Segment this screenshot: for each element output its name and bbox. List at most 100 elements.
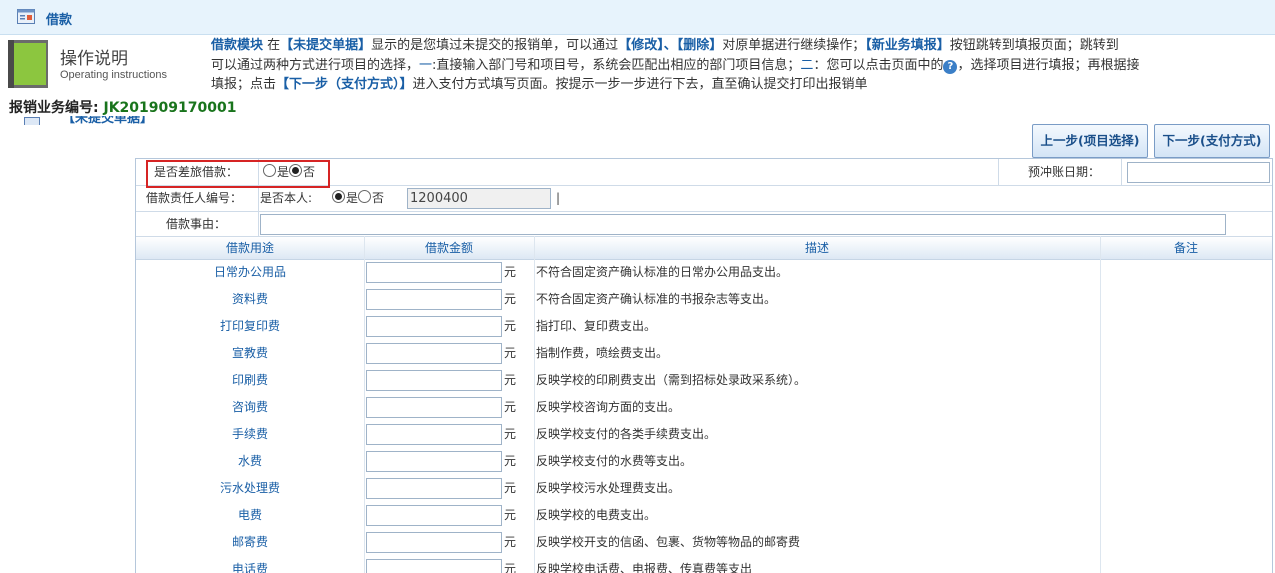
- row-category: 水费: [237, 454, 262, 468]
- instructions-segment: :直接输入部门号和项目号，系统会匹配出相应的部门项目信息；: [432, 57, 801, 73]
- row-unit: 元: [504, 508, 517, 522]
- row-description: 反映学校开支的信函、包裹、货物等物品的邮寄费: [536, 535, 801, 549]
- row-description: 反映学校污水处理费支出。: [536, 481, 681, 495]
- table-row: 手续费 元 反映学校支付的各类手续费支出。: [136, 421, 1272, 448]
- table-row: 污水处理费 元 反映学校污水处理费支出。: [136, 475, 1272, 502]
- instructions-segment: 填报；点击: [211, 77, 277, 92]
- self-yes-label: 是: [346, 191, 359, 205]
- section-icon: [24, 117, 40, 125]
- row-amount-input[interactable]: [366, 316, 502, 337]
- row-description: 反映学校支付的各类手续费支出。: [536, 427, 717, 441]
- instructions-title: 操作说明: [60, 49, 128, 69]
- row-category: 电费: [237, 508, 262, 522]
- table-row: 资料费 元 不符合固定资产确认标准的书报杂志等支出。: [136, 286, 1272, 313]
- row-amount-input[interactable]: [366, 424, 502, 445]
- row-category: 打印复印费: [219, 319, 280, 333]
- form-icon: [17, 9, 35, 24]
- row-amount-input[interactable]: [366, 370, 502, 391]
- table-row: 电话费 元 反映学校电话费、电报费、传真费等支出: [136, 556, 1272, 573]
- page-title: 借款: [46, 13, 73, 28]
- row-unit: 元: [504, 535, 517, 549]
- prev-step-button[interactable]: 上一步(项目选择): [1032, 124, 1148, 158]
- instructions-segment: 借款模块: [211, 38, 264, 53]
- row-unit: 元: [504, 292, 517, 306]
- row-unit: 元: [504, 373, 517, 387]
- offset-date-input[interactable]: [1127, 162, 1270, 183]
- instructions-segment: ：您可以点击页面中的: [813, 57, 944, 73]
- row-category: 咨询费: [231, 400, 268, 414]
- row-unit: 元: [504, 481, 517, 495]
- help-icon[interactable]: ?: [943, 59, 958, 74]
- row-description: 不符合固定资产确认标准的书报杂志等支出。: [536, 292, 777, 306]
- partial-section-header: 【未提交单据】: [24, 116, 164, 125]
- instructions-segment: 显示的是您填过未提交的报销单，可以通过: [371, 38, 619, 53]
- row-category: 手续费: [231, 427, 268, 441]
- instructions-segment: 【修改】、【删除】: [618, 38, 723, 53]
- table-row: 水费 元 反映学校支付的水费等支出。: [136, 448, 1272, 475]
- header-remark: 备注: [1173, 241, 1198, 255]
- book-icon: [8, 40, 48, 88]
- self-yes-radio[interactable]: [332, 190, 345, 203]
- person-id-input[interactable]: [407, 188, 551, 209]
- row-description: 不符合固定资产确认标准的日常办公用品支出。: [536, 265, 789, 279]
- row-description: 指打印、复印费支出。: [536, 319, 657, 333]
- offset-date-label: 预冲账日期：: [1027, 165, 1100, 179]
- row-unit: 元: [504, 454, 517, 468]
- instructions-segment: 二: [800, 57, 814, 73]
- instructions-text: 借款模块 在【未提交单据】显示的是您填过未提交的报销单，可以通过【修改】、【删除…: [211, 36, 1275, 96]
- business-number-value: JK201909170001: [103, 100, 237, 116]
- instructions-segment: ，选择项目进行填报；再根据接: [957, 57, 1140, 73]
- next-step-button[interactable]: 下一步(支付方式): [1154, 124, 1270, 158]
- form-row-reason: 借款事由：: [136, 211, 1272, 238]
- header-description: 描述: [804, 241, 829, 255]
- instructions-segment: 在: [263, 38, 281, 53]
- row-amount-input[interactable]: [366, 262, 502, 283]
- instructions-segment: 进入支付方式填写页面。按提示一步一步进行下去，直至确认提交打印出报销单: [412, 77, 868, 92]
- table-row: 电费 元 反映学校的电费支出。: [136, 502, 1272, 529]
- instructions-line-3: 填报；点击【下一步（支付方式）】进入支付方式填写页面。按提示一步一步进行下去，直…: [211, 75, 1275, 95]
- loan-items-table: 借款用途 借款金额 描述 备注 日常办公用品元不符合固定资产确认标准的日常办公用…: [135, 236, 1273, 573]
- reason-input[interactable]: [260, 214, 1226, 235]
- instructions-segment: 可以通过两种方式进行项目的选择，: [211, 57, 420, 73]
- highlight-box: [146, 160, 330, 188]
- business-number: 报销业务编号: JK201909170001: [9, 97, 236, 117]
- row-description: 反映学校的印刷费支出（需到招标处录政采系统）。: [536, 373, 807, 387]
- instructions-segment: 一: [419, 57, 433, 73]
- row-amount-input[interactable]: [366, 451, 502, 472]
- self-label: 是否本人:: [260, 191, 313, 205]
- table-header: 借款用途 借款金额 描述 备注: [136, 236, 1272, 260]
- row-category: 宣教费: [231, 346, 268, 360]
- row-unit: 元: [504, 346, 517, 360]
- row-description: 指制作费，喷绘费支出。: [536, 346, 669, 360]
- instructions-line-1: 借款模块 在【未提交单据】显示的是您填过未提交的报销单，可以通过【修改】、【删除…: [211, 36, 1275, 56]
- row-amount-input[interactable]: [366, 478, 502, 499]
- row-unit: 元: [504, 265, 517, 279]
- table-row: 印刷费 元 反映学校的印刷费支出（需到招标处录政采系统）。: [136, 367, 1272, 394]
- form-row-person: 借款责任人编号： 是否本人: 是否 |: [136, 185, 1272, 212]
- row-category: 资料费: [231, 292, 268, 306]
- row-description: 反映学校的电费支出。: [536, 508, 657, 522]
- row-amount-input[interactable]: [366, 559, 502, 573]
- row-amount-input[interactable]: [366, 397, 502, 418]
- self-radios: 是否: [332, 185, 384, 211]
- instructions-subtitle: Operating instructions: [60, 69, 167, 81]
- row-unit: 元: [504, 562, 517, 573]
- header-amount: 借款金额: [424, 241, 473, 255]
- instructions-segment: 对原单据进行继续操作；: [722, 38, 866, 53]
- row-amount-input[interactable]: [366, 343, 502, 364]
- row-amount-input[interactable]: [366, 289, 502, 310]
- table-row: 咨询费 元 反映学校咨询方面的支出。: [136, 394, 1272, 421]
- table-row: 日常办公用品 元 不符合固定资产确认标准的日常办公用品支出。: [136, 259, 1272, 286]
- row-unit: 元: [504, 319, 517, 333]
- self-no-radio[interactable]: [358, 190, 372, 203]
- row-description: 反映学校电话费、电报费、传真费等支出: [536, 562, 753, 573]
- row-unit: 元: [504, 400, 517, 414]
- reason-label: 借款事由：: [165, 217, 226, 231]
- row-amount-input[interactable]: [366, 505, 502, 526]
- row-description: 反映学校咨询方面的支出。: [536, 400, 681, 414]
- header-purpose: 借款用途: [225, 241, 274, 255]
- instructions-segment: 【未提交单据】: [280, 38, 372, 53]
- instructions-segment: 【新业务填报】: [865, 38, 950, 53]
- business-number-label: 报销业务编号:: [9, 100, 99, 116]
- row-amount-input[interactable]: [366, 532, 502, 553]
